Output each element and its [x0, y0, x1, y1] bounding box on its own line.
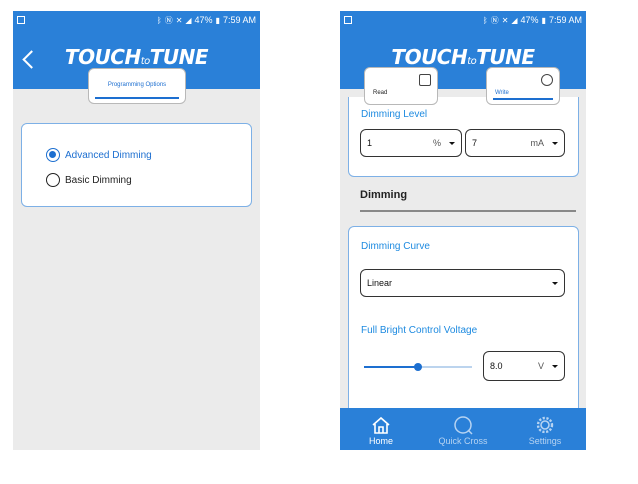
slider-thumb[interactable]: [414, 363, 422, 371]
touchtotune-logo: TOUCHtoTUNE: [391, 45, 535, 69]
radio-selected-icon[interactable]: [46, 148, 60, 162]
radio-unselected-icon[interactable]: [46, 173, 60, 187]
app-notification-icon: [17, 16, 25, 24]
dimming-level-card: Dimming Level 1 % 7 mA: [348, 97, 579, 177]
nav-settings[interactable]: Settings: [504, 408, 586, 450]
radio-basic-dimming[interactable]: Basic Dimming: [46, 173, 132, 187]
battery-level: 47%: [520, 15, 539, 25]
nfc-icon: Ⓝ: [164, 15, 173, 25]
dropdown-caret-icon: [552, 141, 558, 145]
section-divider: [360, 210, 576, 212]
nav-quick-cross-label: Quick Cross: [438, 436, 488, 446]
dimming-curve-select[interactable]: Linear: [360, 269, 565, 297]
dimming-level-label: Dimming Level: [361, 109, 428, 120]
dropdown-caret-icon: [552, 364, 558, 368]
radio-advanced-dimming-label: Advanced Dimming: [65, 149, 152, 161]
clock: 7:59 AM: [548, 15, 582, 25]
dropdown-caret-icon: [552, 281, 558, 285]
signal-icon: ◢: [511, 15, 518, 25]
left-phone-screen: ᛒ Ⓝ ✕ ◢ 47% ▮ 7:59 AM TOUCHtoTUNE Progra…: [13, 11, 260, 450]
bluetooth-icon: ᛒ: [156, 15, 162, 25]
nfc-icon: Ⓝ: [490, 15, 499, 25]
tab-programming-options-label: Programming Options: [107, 82, 167, 88]
write-device-icon: [541, 74, 553, 86]
slider-fill: [364, 366, 418, 368]
battery-icon: ▮: [215, 15, 220, 25]
nav-home[interactable]: Home: [340, 408, 422, 450]
full-bright-voltage-select[interactable]: 8.0 V: [483, 351, 565, 381]
section-title-dimming: Dimming: [360, 189, 408, 201]
dimming-level-percent-select[interactable]: 1 %: [360, 129, 462, 157]
tab-write[interactable]: Write: [486, 67, 560, 105]
quick-cross-icon: [452, 414, 474, 436]
full-bright-voltage-slider[interactable]: [364, 363, 472, 371]
status-bar: ᛒ Ⓝ ✕ ◢ 47% ▮ 7:59 AM: [340, 11, 586, 29]
tab-active-indicator: [95, 97, 179, 99]
gear-icon: [535, 414, 555, 436]
nav-settings-label: Settings: [528, 436, 562, 446]
touchtotune-logo: TOUCHtoTUNE: [64, 45, 209, 69]
clock: 7:59 AM: [222, 15, 256, 25]
dimming-curve-card: Dimming Curve Linear Full Bright Control…: [348, 226, 579, 426]
dimming-curve-label: Dimming Curve: [361, 241, 430, 252]
nav-quick-cross[interactable]: Quick Cross: [422, 408, 504, 450]
radio-basic-dimming-label: Basic Dimming: [65, 174, 132, 186]
signal-icon: ◢: [185, 15, 192, 25]
dropdown-caret-icon: [449, 141, 455, 145]
dimming-mode-card: Advanced Dimming Basic Dimming: [21, 123, 252, 207]
read-device-icon: [419, 74, 431, 86]
app-notification-icon: [344, 16, 352, 24]
right-phone-screen: ᛒ Ⓝ ✕ ◢ 47% ▮ 7:59 AM TOUCHtoTUNE Dimmin…: [340, 11, 586, 450]
status-bar: ᛒ Ⓝ ✕ ◢ 47% ▮ 7:59 AM: [13, 11, 260, 29]
mute-icon: ✕: [501, 15, 509, 25]
home-icon: [371, 414, 391, 436]
tab-read[interactable]: Read: [364, 67, 438, 105]
bottom-navigation: Home Quick Cross Settings: [340, 408, 586, 450]
tab-write-label: Write: [495, 90, 509, 96]
full-bright-voltage-label: Full Bright Control Voltage: [361, 325, 478, 336]
tab-read-label: Read: [373, 90, 388, 96]
dimming-level-ma-select[interactable]: 7 mA: [465, 129, 565, 157]
battery-level: 47%: [194, 15, 213, 25]
nav-home-label: Home: [368, 436, 393, 446]
tab-programming-options[interactable]: Programming Options: [88, 68, 186, 104]
tab-active-indicator: [493, 98, 553, 100]
battery-icon: ▮: [541, 15, 546, 25]
bluetooth-icon: ᛒ: [482, 15, 488, 25]
mute-icon: ✕: [175, 15, 183, 25]
radio-advanced-dimming[interactable]: Advanced Dimming: [46, 148, 152, 162]
